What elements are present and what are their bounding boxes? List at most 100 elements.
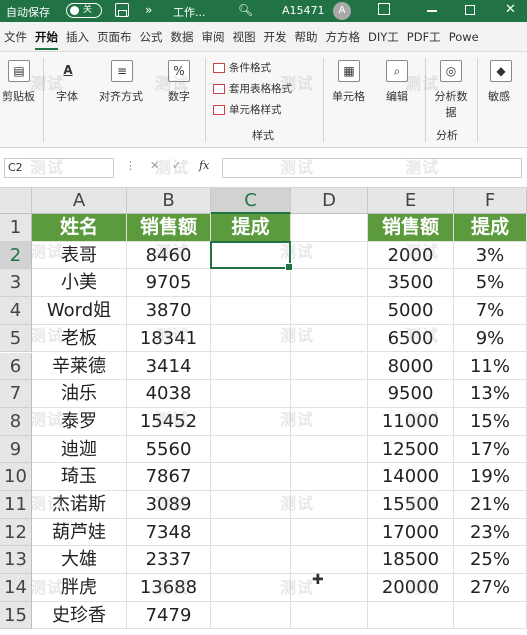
cell[interactable] <box>368 601 454 630</box>
edit-group[interactable]: ⌕ 编辑 <box>378 52 418 148</box>
tab-0[interactable]: 文件 <box>0 22 31 52</box>
column-header-C[interactable]: C <box>211 188 291 214</box>
font-group[interactable]: A 字体 <box>48 52 88 148</box>
cell[interactable] <box>211 352 291 381</box>
row-header-4[interactable]: 4 <box>0 297 32 325</box>
cell[interactable]: 史珍香 <box>32 601 127 630</box>
clipboard-group[interactable]: ▤ 剪贴板 <box>0 52 40 148</box>
cell-style-button[interactable]: 单元格样式 <box>213 102 282 117</box>
cell[interactable]: 9500 <box>368 380 454 408</box>
cell[interactable]: 6500 <box>368 324 454 353</box>
cancel-icon[interactable]: ✕ <box>150 159 159 172</box>
cell[interactable]: 老板 <box>32 324 127 353</box>
tab-9[interactable]: 帮助 <box>291 22 322 52</box>
row-header-3[interactable]: 3 <box>0 269 32 298</box>
cell[interactable] <box>211 601 291 630</box>
number-group[interactable]: % 数字 <box>160 52 200 148</box>
cell[interactable]: 胖虎 <box>32 574 127 602</box>
column-header-F[interactable]: F <box>454 188 527 214</box>
tab-12[interactable]: PDF工 <box>403 22 445 52</box>
save-icon[interactable] <box>115 3 129 17</box>
row-header-5[interactable]: 5 <box>0 324 32 353</box>
cell[interactable]: 提成 <box>454 214 527 242</box>
cell[interactable]: 18500 <box>368 546 454 575</box>
cell[interactable]: 销售额 <box>368 214 454 242</box>
name-box[interactable]: C2 <box>4 158 114 178</box>
cell[interactable] <box>291 214 368 242</box>
tab-1[interactable]: 开始 <box>31 22 62 52</box>
cell[interactable]: 表哥 <box>32 241 127 270</box>
select-all-corner[interactable] <box>0 188 32 214</box>
cell[interactable] <box>211 380 291 408</box>
row-header-9[interactable]: 9 <box>0 435 32 464</box>
cell[interactable]: Word姐 <box>32 297 127 325</box>
cell[interactable]: 23% <box>454 518 527 547</box>
sensitivity-group[interactable]: ◆ 敏感 <box>484 52 524 148</box>
row-header-13[interactable]: 13 <box>0 546 32 575</box>
cell[interactable]: 3870 <box>127 297 211 325</box>
namebox-menu-icon[interactable]: ⋮ <box>125 159 136 172</box>
cell[interactable]: 大雄 <box>32 546 127 575</box>
cell[interactable] <box>211 546 291 575</box>
cell[interactable] <box>291 241 368 270</box>
cell[interactable]: 20000 <box>368 574 454 602</box>
insert-function-icon[interactable]: fx <box>199 159 209 172</box>
cell[interactable]: 25% <box>454 546 527 575</box>
cell[interactable]: 12500 <box>368 435 454 464</box>
cell[interactable] <box>211 518 291 547</box>
cell[interactable]: 17% <box>454 435 527 464</box>
cell[interactable]: 9705 <box>127 269 211 298</box>
cell[interactable]: 11% <box>454 352 527 381</box>
alignment-group[interactable]: ≡ 对齐方式 <box>97 52 147 148</box>
tab-3[interactable]: 页面布 <box>93 22 136 52</box>
cell[interactable] <box>211 269 291 298</box>
cell[interactable]: 5000 <box>368 297 454 325</box>
autosave-toggle[interactable]: 关 <box>66 3 102 18</box>
row-header-7[interactable]: 7 <box>0 380 32 408</box>
cell[interactable]: 15% <box>454 407 527 436</box>
row-header-6[interactable]: 6 <box>0 352 32 381</box>
cell[interactable]: 4038 <box>127 380 211 408</box>
cell[interactable]: 2337 <box>127 546 211 575</box>
tab-2[interactable]: 插入 <box>62 22 93 52</box>
table-format-button[interactable]: 套用表格格式 <box>213 81 292 96</box>
cell[interactable]: 5560 <box>127 435 211 464</box>
cell[interactable]: 15500 <box>368 491 454 519</box>
cell[interactable]: 7% <box>454 297 527 325</box>
row-header-15[interactable]: 15 <box>0 601 32 630</box>
cell[interactable]: 辛莱德 <box>32 352 127 381</box>
cell[interactable] <box>291 601 368 630</box>
enter-icon[interactable]: ✓ <box>172 159 181 172</box>
cell[interactable]: 8460 <box>127 241 211 270</box>
column-header-A[interactable]: A <box>32 188 127 214</box>
tab-6[interactable]: 审阅 <box>198 22 229 52</box>
cell[interactable]: 3% <box>454 241 527 270</box>
cell[interactable]: 小美 <box>32 269 127 298</box>
cell[interactable]: 葫芦娃 <box>32 518 127 547</box>
cell[interactable] <box>211 297 291 325</box>
row-header-14[interactable]: 14 <box>0 574 32 602</box>
close-icon[interactable]: ✕ <box>505 2 516 17</box>
cell[interactable]: 销售额 <box>127 214 211 242</box>
cell[interactable] <box>211 435 291 464</box>
tab-10[interactable]: 方方格 <box>322 22 365 52</box>
cell[interactable]: 27% <box>454 574 527 602</box>
cell[interactable]: 姓名 <box>32 214 127 242</box>
tab-7[interactable]: 视图 <box>229 22 260 52</box>
cell[interactable]: 3414 <box>127 352 211 381</box>
tab-5[interactable]: 数据 <box>167 22 198 52</box>
cell[interactable]: 泰罗 <box>32 407 127 436</box>
spreadsheet-grid[interactable]: A B C D E F 1 姓名 销售额 提成 销售额 提成 2 表哥 8460 2000 3% 3 小美 9705 3… <box>0 188 527 635</box>
tab-8[interactable]: 开发 <box>260 22 291 52</box>
cell[interactable] <box>291 380 368 408</box>
formula-input[interactable] <box>222 158 522 178</box>
cell[interactable] <box>291 518 368 547</box>
cell[interactable]: 9% <box>454 324 527 353</box>
cell[interactable] <box>211 407 291 436</box>
cell[interactable]: 5% <box>454 269 527 298</box>
cell[interactable]: 7867 <box>127 463 211 491</box>
tab-11[interactable]: DIY工 <box>364 22 403 52</box>
cell[interactable]: 11000 <box>368 407 454 436</box>
row-header-1[interactable]: 1 <box>0 214 32 242</box>
cell[interactable] <box>291 491 368 519</box>
